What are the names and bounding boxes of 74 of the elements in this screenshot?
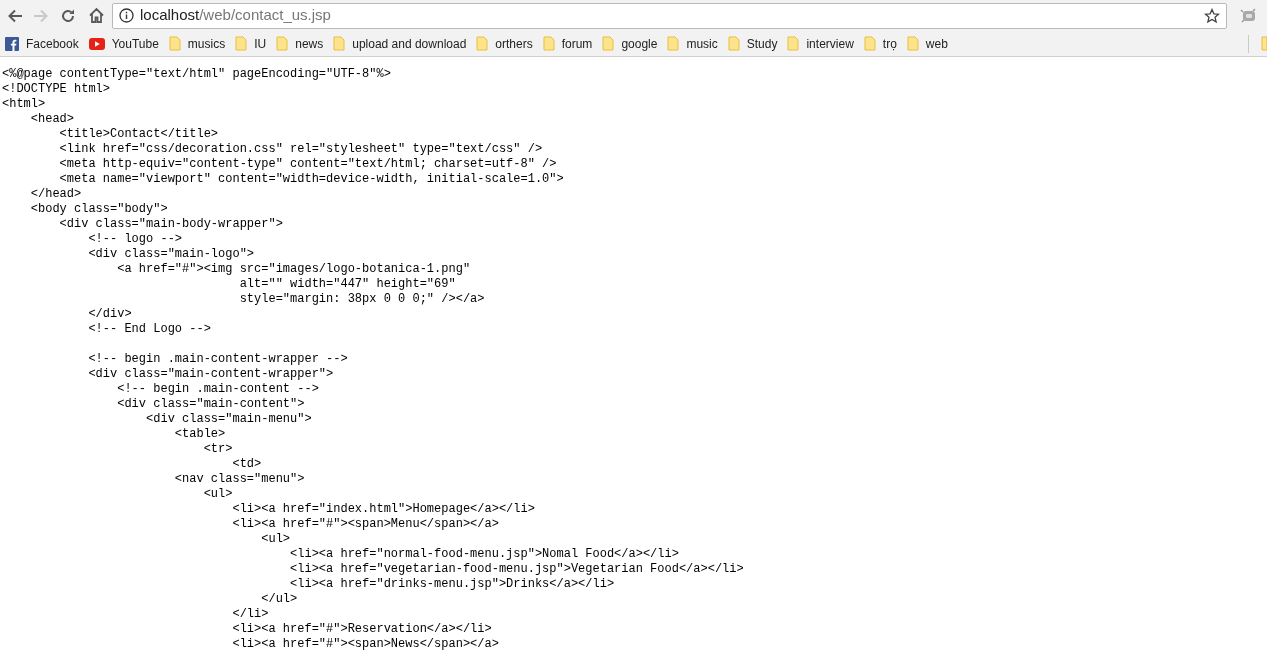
bookmark[interactable]: forum	[542, 32, 603, 55]
folder-icon	[476, 36, 489, 51]
source-code-line: style="margin: 38px 0 0 0;" /></a>	[238, 292, 485, 307]
source-code-line: <!DOCTYPE html>	[2, 82, 111, 97]
source-code-line: <!-- begin .main-content-wrapper -->	[87, 352, 348, 367]
source-code-line: <li><a href="index.html">Homepage</a></li>	[231, 502, 535, 517]
bookmark[interactable]: upload and download	[333, 32, 477, 55]
info-icon	[119, 8, 134, 23]
facebook-icon	[5, 36, 19, 51]
bookmark[interactable]: IU	[235, 32, 277, 55]
source-code-line: <div class="main-menu">	[145, 412, 312, 427]
bookmark[interactable]: news	[276, 32, 334, 55]
source-code-line: <div class="main-body-wrapper">	[58, 217, 283, 232]
source-code-line: <meta http-equiv="content-type" content="text/html; charset=utf-8" />	[58, 157, 557, 172]
source-code-line: <nav class="menu">	[173, 472, 305, 487]
bookmark[interactable]: web	[906, 32, 958, 55]
star-icon[interactable]	[1204, 7, 1220, 24]
youtube-icon	[88, 37, 105, 50]
address-bar[interactable]: localhost/web/contact_us.jsp	[112, 2, 1227, 29]
bookmark[interactable]: trọ	[863, 32, 907, 55]
bookmark[interactable]: music	[667, 32, 728, 55]
source-code-line: alt="" width="447" height="69"	[238, 277, 456, 292]
folder-icon	[333, 36, 346, 51]
source-code-line: <table>	[173, 427, 226, 442]
url-text: localhost/web/contact_us.jsp	[140, 5, 332, 26]
folder-icon	[906, 36, 919, 51]
source-code-line: <head>	[29, 112, 74, 127]
source-code-line: <%@page contentType="text/html" pageEncoding="UTF-8"%>	[2, 67, 391, 82]
source-code-line: <ul>	[202, 487, 233, 502]
source-code-line: <!-- begin .main-content -->	[116, 382, 319, 397]
bookmark[interactable]: Facebook	[5, 32, 89, 55]
source-code-line: <!-- logo -->	[87, 232, 183, 247]
source-code-line: <meta name="viewport" content="width=device-width, initial-scale=1.0">	[58, 172, 564, 187]
folder-icon	[602, 36, 615, 51]
source-code-line: <title>Contact</title>	[58, 127, 219, 142]
source-code-line: </div>	[87, 307, 132, 322]
source-code-line: <link href="css/decoration.css" rel="stylesheet" type="text/css" />	[58, 142, 543, 157]
source-code-line: <li><a href="#"><span>Menu</span></a>	[231, 517, 499, 532]
bookmark[interactable]: interview	[787, 32, 864, 55]
source-code-line: <li><a href="vegetarian-food-menu.jsp">Vegetarian Food</a></li>	[289, 562, 744, 577]
folder-icon	[276, 36, 289, 51]
source-code-line: <td>	[231, 457, 262, 472]
folder-icon	[863, 36, 876, 51]
folder-icon	[667, 36, 680, 51]
source-code-line: <div class="main-content-wrapper">	[87, 367, 334, 382]
folder-icon	[168, 36, 181, 51]
bookmark[interactable]: Study	[727, 32, 788, 55]
source-code-line: <tr>	[202, 442, 233, 457]
reload-icon	[60, 7, 76, 24]
source-code-line: <ul>	[260, 532, 291, 547]
folder-icon	[235, 36, 248, 51]
folder-icon	[787, 36, 800, 51]
back-arrow-icon	[7, 7, 23, 24]
bookmark[interactable]: musics	[168, 32, 236, 55]
source-code-line: <a href="#"><img src="images/logo-botanica-1.png"	[116, 262, 471, 277]
source-code-line: </li>	[231, 607, 269, 622]
source-code-line: <html>	[2, 97, 46, 112]
home-icon	[87, 7, 105, 24]
source-code-line: <!-- End Logo -->	[87, 322, 211, 337]
forward-arrow-icon	[33, 7, 49, 24]
folder-icon	[727, 36, 740, 51]
bookmark[interactable]: orthers	[476, 32, 543, 55]
source-code-line: <div class="main-content">	[116, 397, 305, 412]
bookmark[interactable]: YouTube	[88, 32, 169, 55]
source-code-line: <body class="body">	[29, 202, 168, 217]
source-code-line: <div class="main-logo">	[87, 247, 255, 262]
folder-icon	[542, 36, 555, 51]
source-code-line: <li><a href="#"><span>News</span></a>	[231, 637, 499, 652]
source-code-line: </ul>	[260, 592, 298, 607]
source-code-line: </head>	[29, 187, 82, 202]
bookmark[interactable]: google	[602, 32, 668, 55]
source-code-line: <li><a href="#">Reservation</a></li>	[231, 622, 492, 637]
source-code-line: <li><a href="normal-food-menu.jsp">Nomal Food</a></li>	[289, 547, 679, 562]
source-code-line: <li><a href="drinks-menu.jsp">Drinks</a></li>	[289, 577, 615, 592]
